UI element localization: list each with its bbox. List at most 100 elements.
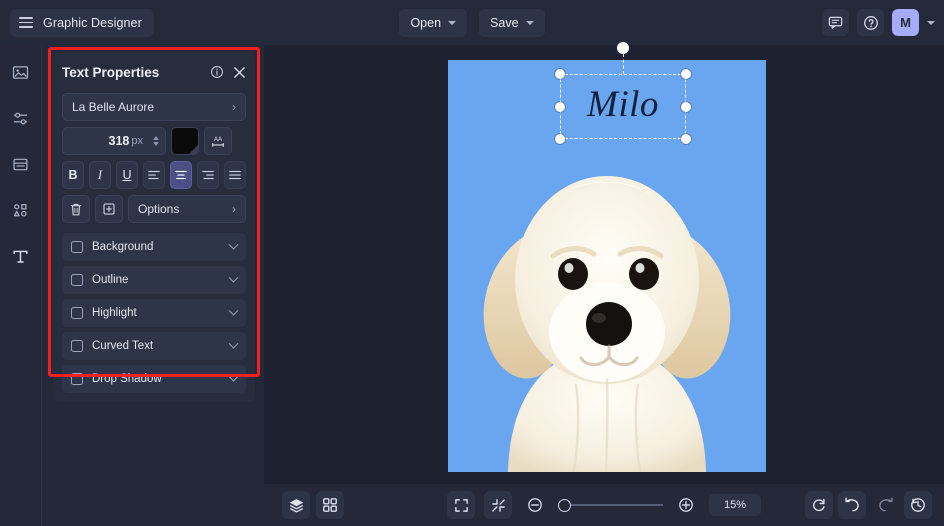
project-title: Graphic Designer	[43, 15, 142, 30]
sidebar-item-elements[interactable]	[6, 195, 36, 225]
text-selection-box[interactable]: Milo	[555, 42, 691, 144]
align-justify-button[interactable]	[224, 161, 246, 189]
left-tool-rail	[0, 45, 42, 526]
canvas-area[interactable]: Milo	[264, 42, 944, 484]
zoom-slider-track[interactable]	[571, 504, 663, 506]
section-label: Highlight	[92, 307, 137, 319]
collapse-button[interactable]	[484, 491, 512, 519]
align-right-icon	[202, 170, 214, 180]
highlight-checkbox[interactable]	[71, 307, 83, 319]
chevron-down-icon[interactable]	[228, 272, 239, 283]
chevron-down-icon[interactable]	[228, 305, 239, 316]
zoom-out-button[interactable]	[521, 491, 549, 519]
save-button[interactable]: Save	[479, 8, 545, 37]
section-curved-text[interactable]: Curved Text	[62, 332, 246, 360]
actions-row: Options ›	[62, 195, 246, 223]
section-background[interactable]: Background	[62, 233, 246, 261]
fit-screen-button[interactable]	[447, 491, 475, 519]
sidebar-item-text[interactable]	[6, 241, 36, 271]
font-size-input[interactable]: 318 px	[62, 127, 166, 155]
resize-handle-top-right[interactable]	[681, 69, 691, 79]
delete-button[interactable]	[62, 195, 90, 223]
grid-button[interactable]	[316, 491, 344, 519]
section-label: Background	[92, 241, 154, 253]
drop-shadow-checkbox[interactable]	[71, 373, 83, 385]
align-left-button[interactable]	[143, 161, 165, 189]
sidebar-item-adjustments[interactable]	[6, 103, 36, 133]
avatar[interactable]: M	[892, 9, 919, 36]
zoom-slider[interactable]	[558, 498, 663, 512]
underline-label: U	[122, 168, 132, 182]
italic-button[interactable]: I	[89, 161, 111, 189]
shapes-icon	[13, 203, 27, 216]
redo-icon	[878, 497, 893, 512]
help-button[interactable]	[857, 9, 884, 36]
section-highlight[interactable]: Highlight	[62, 299, 246, 327]
text-icon	[13, 250, 28, 263]
bottom-bar-left	[282, 491, 344, 519]
curved-text-checkbox[interactable]	[71, 340, 83, 352]
stepper-up-icon[interactable]	[153, 136, 159, 140]
font-size-unit: px	[131, 135, 143, 147]
refresh-button[interactable]	[805, 491, 833, 519]
align-center-button[interactable]	[170, 161, 192, 189]
outline-checkbox[interactable]	[71, 274, 83, 286]
top-bar-right: M	[822, 0, 935, 45]
duplicate-button[interactable]	[95, 195, 123, 223]
rotate-handle[interactable]	[617, 42, 629, 54]
open-button[interactable]: Open	[399, 8, 468, 37]
layers-button[interactable]	[282, 491, 310, 519]
properties-panel-column: Text Properties La Belle Aurore › 318 px…	[42, 45, 264, 526]
font-family-select[interactable]: La Belle Aurore ›	[62, 93, 246, 121]
resize-handle-middle-right[interactable]	[681, 101, 691, 112]
resize-handle-top-left[interactable]	[555, 69, 565, 79]
close-button[interactable]	[233, 66, 246, 79]
puppy-artwork[interactable]	[448, 152, 766, 472]
project-menu-button[interactable]: Graphic Designer	[10, 8, 154, 37]
letter-spacing-icon: AA	[212, 136, 224, 147]
bold-button[interactable]: B	[62, 161, 84, 189]
text-style-row: B I U	[62, 161, 246, 189]
section-drop-shadow[interactable]: Drop Shadow	[62, 365, 246, 393]
duplicate-icon	[103, 203, 115, 215]
account-chevron-down-icon[interactable]	[927, 20, 935, 25]
align-center-icon	[175, 170, 187, 180]
zoom-slider-knob[interactable]	[558, 498, 571, 512]
section-outline[interactable]: Outline	[62, 266, 246, 294]
comment-button[interactable]	[822, 9, 849, 36]
chevron-down-icon[interactable]	[228, 239, 239, 250]
chevron-down-icon	[525, 20, 534, 25]
open-label: Open	[410, 15, 442, 30]
zoom-in-button[interactable]	[672, 491, 700, 519]
chevron-down-icon[interactable]	[228, 338, 239, 349]
canvas-text-milo[interactable]: Milo	[560, 74, 686, 139]
info-button[interactable]	[210, 65, 224, 79]
font-family-value: La Belle Aurore	[72, 100, 155, 114]
bottom-bar: 15%	[264, 484, 944, 526]
top-bar: Graphic Designer Open Save M	[0, 0, 944, 45]
zoom-level-display[interactable]: 15%	[709, 494, 761, 516]
align-left-icon	[148, 170, 160, 180]
font-size-stepper[interactable]	[149, 136, 159, 146]
resize-handle-bottom-right[interactable]	[681, 134, 691, 144]
options-button[interactable]: Options ›	[128, 195, 246, 223]
undo-icon	[844, 497, 859, 512]
resize-handle-middle-left[interactable]	[555, 101, 565, 112]
resize-handle-bottom-left[interactable]	[555, 134, 565, 144]
text-color-swatch[interactable]	[171, 127, 199, 155]
stepper-down-icon[interactable]	[153, 142, 159, 146]
bottom-bar-right	[805, 491, 932, 519]
sidebar-item-layout[interactable]	[6, 149, 36, 179]
undo-button[interactable]	[838, 491, 866, 519]
history-button[interactable]	[904, 491, 932, 519]
adjustments-icon	[13, 112, 28, 124]
sidebar-item-image[interactable]	[6, 57, 36, 87]
redo-button[interactable]	[871, 491, 899, 519]
align-right-button[interactable]	[197, 161, 219, 189]
background-checkbox[interactable]	[71, 241, 83, 253]
chevron-down-icon[interactable]	[228, 371, 239, 382]
underline-button[interactable]: U	[116, 161, 138, 189]
trash-icon	[70, 203, 82, 215]
refresh-icon	[813, 498, 825, 512]
letter-spacing-button[interactable]: AA	[204, 127, 232, 155]
